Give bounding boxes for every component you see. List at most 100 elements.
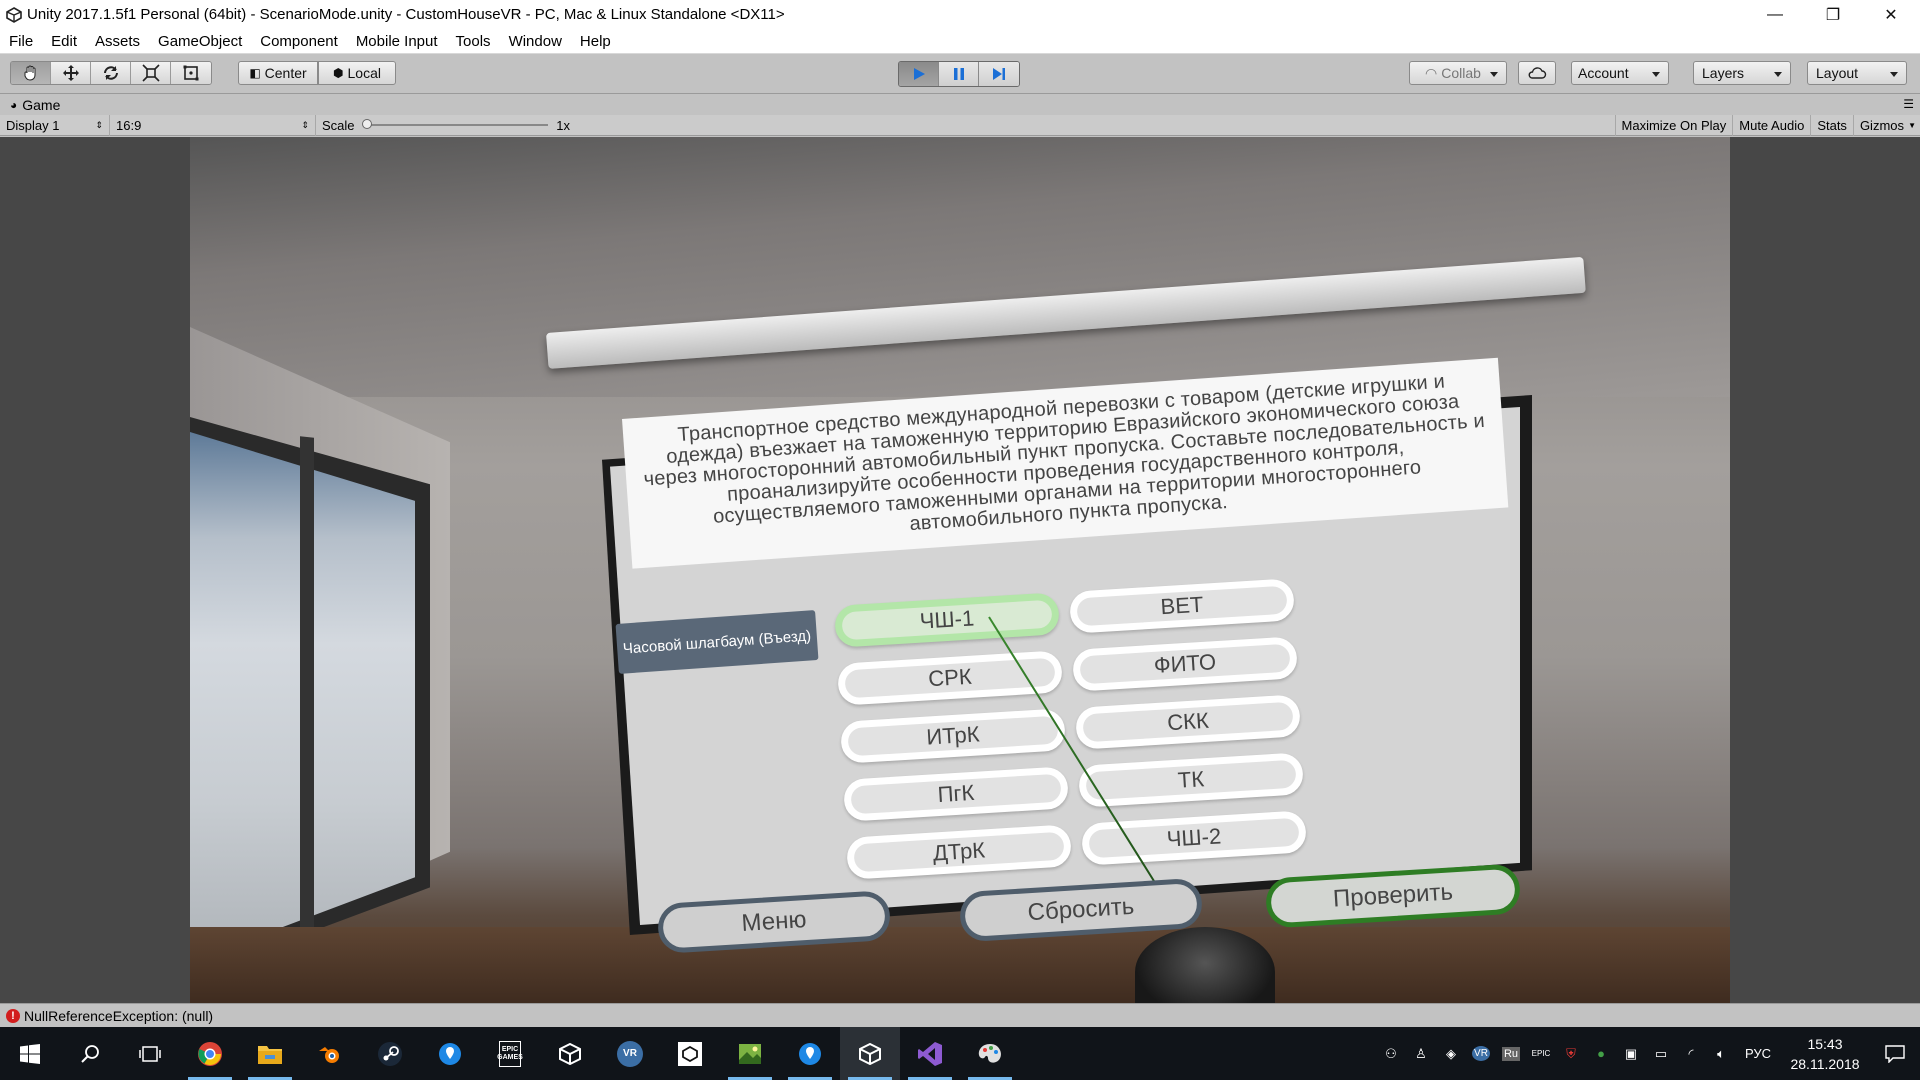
window-title: Unity 2017.1.5f1 Personal (64bit) - Scen… [27,6,785,23]
scale-control: Scale 1x [316,115,576,136]
taskbar-unity-editor-2[interactable] [660,1027,720,1080]
pivot-icon: ◧ [249,66,261,80]
pivot-label: Center [264,65,307,81]
console-status-bar[interactable]: ! NullReferenceException: (null) [0,1003,1920,1027]
taskbar-maps-2[interactable] [780,1027,840,1080]
cloud-icon [1528,67,1547,79]
taskbar-paint-app[interactable] [960,1027,1020,1080]
taskbar-maps[interactable] [420,1027,480,1080]
account-dropdown[interactable]: Account [1571,61,1669,85]
rotate-tool-icon[interactable] [91,62,131,84]
clock-time: 15:43 [1807,1035,1843,1052]
windows-taskbar: EPIC GAMES VR ⚇ ♙ ◈ VR Ru EPIC ⛨ ● ▣ ▭ ◜ … [0,1027,1920,1080]
taskbar-blender[interactable] [300,1027,360,1080]
image-icon [739,1043,761,1064]
tab-game[interactable]: ◕ Game [10,97,60,113]
unity-tray-icon[interactable]: ◈ [1436,1046,1466,1062]
input-language[interactable]: РУС [1736,1046,1780,1061]
menu-tools[interactable]: Tools [447,33,500,50]
scale-slider-thumb[interactable] [361,119,372,129]
start-button[interactable] [0,1027,60,1080]
epic-tray-icon[interactable]: EPIC [1526,1049,1556,1058]
menu-file[interactable]: File [0,33,42,50]
search-button[interactable] [60,1027,120,1080]
display-select[interactable]: Display 1 ⇕ [0,114,110,136]
steamvr-tray-icon[interactable]: VR [1466,1046,1496,1061]
panel-menu-icon[interactable]: ☰ [1903,97,1914,111]
move-tool-icon[interactable] [51,62,91,84]
taskbar-image-viewer[interactable] [720,1027,780,1080]
task-view-icon [139,1045,161,1062]
layout-dropdown[interactable]: Layout [1807,61,1907,85]
close-button[interactable]: ✕ [1862,0,1920,29]
mute-audio-toggle[interactable]: Mute Audio [1732,115,1810,136]
menu-gameobject[interactable]: GameObject [149,33,251,50]
collab-dropdown[interactable]: ◠ Collab [1409,61,1507,85]
room-floor [190,927,1730,1003]
hand-tool-icon[interactable] [11,62,51,84]
people-icon[interactable]: ⚇ [1376,1046,1406,1062]
play-controls [898,61,1020,87]
scale-tool-icon[interactable] [131,62,171,84]
vr-scene[interactable]: Транспортное средство международной пере… [190,137,1730,1003]
play-button[interactable] [899,62,939,86]
taskbar-steamvr[interactable]: VR [600,1027,660,1080]
battery-icon[interactable]: ▭ [1646,1046,1676,1062]
wifi-icon[interactable]: ◜ [1676,1046,1706,1062]
pause-button[interactable] [939,62,979,86]
menu-window[interactable]: Window [500,33,571,50]
clock[interactable]: 15:43 28.11.2018 [1780,1034,1870,1074]
minimize-button[interactable]: — [1746,0,1804,29]
main-toolbar: ◧ Center ⬢ Local ◠ Collab Account Layers… [0,54,1920,94]
space-label: Local [347,65,381,81]
system-tray: ⚇ ♙ ◈ VR Ru EPIC ⛨ ● ▣ ▭ ◜ 🔈︎ РУС 15:43 … [1376,1027,1920,1080]
layers-dropdown[interactable]: Layers [1693,61,1791,85]
aspect-select[interactable]: 16:9 ⇕ [110,114,316,136]
steam-icon [378,1041,402,1066]
updown-icon: ⇕ [301,119,309,130]
gizmos-dropdown[interactable]: Gizmos ▼ [1852,115,1920,136]
unity-icon [859,1042,881,1065]
shield-icon[interactable]: ⛨ [1556,1046,1586,1062]
pivot-center-button[interactable]: ◧ Center [238,61,318,85]
network-person-icon[interactable]: ♙ [1406,1046,1436,1062]
maximize-on-play-toggle[interactable]: Maximize On Play [1614,115,1733,136]
taskbar-steam[interactable] [360,1027,420,1080]
notifications-icon[interactable] [1870,1044,1920,1063]
menu-help[interactable]: Help [571,33,620,50]
taskbar-chrome[interactable] [180,1027,240,1080]
usb-drive-icon[interactable]: ▣ [1616,1046,1646,1062]
rect-tool-icon[interactable] [171,62,211,84]
map-pin-icon [439,1042,461,1065]
taskbar-unity-editor[interactable] [840,1027,900,1080]
restore-button[interactable]: ❐ [1804,0,1862,29]
green-globe-icon[interactable]: ● [1586,1046,1616,1061]
taskbar-epic-games[interactable]: EPIC GAMES [480,1027,540,1080]
aspect-label: 16:9 [116,117,142,133]
taskbar-visual-studio[interactable] [900,1027,960,1080]
game-viewport[interactable]: Транспортное средство международной пере… [0,137,1920,1003]
stats-toggle[interactable]: Stats [1810,115,1853,136]
status-message: NullReferenceException: (null) [24,1007,214,1024]
volume-icon[interactable]: 🔈︎ [1706,1046,1736,1062]
vr-badge: VR [1472,1046,1490,1061]
menu-mobile-input[interactable]: Mobile Input [347,33,447,50]
palette-icon [978,1043,1001,1063]
local-space-icon: ⬢ [333,66,344,80]
menu-edit[interactable]: Edit [42,33,86,50]
space-local-button[interactable]: ⬢ Local [318,61,396,85]
transform-tools [10,61,212,85]
task-view-button[interactable] [120,1027,180,1080]
taskbar-file-explorer[interactable] [240,1027,300,1080]
collab-label: Collab [1441,65,1481,81]
scale-slider[interactable] [361,119,549,129]
step-button[interactable] [979,62,1019,86]
menu-component[interactable]: Component [251,33,347,50]
menu-assets[interactable]: Assets [86,33,149,50]
taskbar-unity-hub[interactable] [540,1027,600,1080]
language-tray-icon[interactable]: Ru [1496,1046,1526,1061]
folder-icon [258,1045,282,1064]
cloud-button[interactable] [1518,61,1556,85]
lang-badge: Ru [1501,1046,1521,1061]
clock-date: 28.11.2018 [1790,1055,1860,1072]
